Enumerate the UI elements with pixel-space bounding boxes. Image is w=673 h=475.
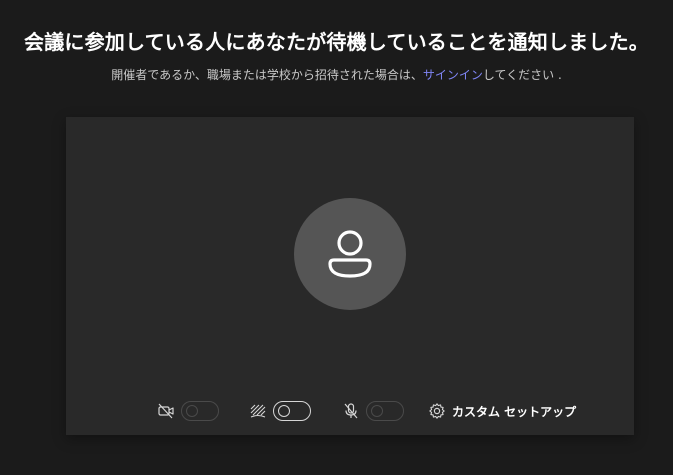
toggle-knob — [186, 405, 198, 417]
signin-link[interactable]: サインイン — [423, 68, 483, 82]
video-preview: カスタム セットアップ — [66, 117, 634, 435]
toggle-knob — [371, 405, 383, 417]
background-blur-icon — [249, 402, 267, 420]
toggle-knob — [278, 405, 290, 417]
prejoin-screen: 会議に参加している人にあなたが待機していることを通知しました。 開催者であるか、… — [0, 0, 673, 475]
device-controls: カスタム セットアップ — [66, 399, 634, 423]
custom-setup-button[interactable]: カスタム セットアップ — [428, 399, 576, 423]
custom-setup-label: カスタム セットアップ — [452, 404, 577, 419]
signin-hint-suffix: してください . — [482, 68, 562, 82]
camera-off-icon — [157, 402, 175, 420]
microphone-control — [342, 399, 404, 423]
microphone-toggle[interactable] — [366, 401, 404, 421]
signin-hint-prefix: 開催者であるか、職場または学校から招待された場合は、 — [111, 68, 423, 82]
signin-hint: 開催者であるか、職場または学校から招待された場合は、サインインしてください . — [0, 66, 673, 83]
page-title: 会議に参加している人にあなたが待機していることを通知しました。 — [24, 30, 649, 54]
gear-icon — [428, 402, 446, 420]
camera-control — [157, 399, 219, 423]
person-icon — [328, 230, 372, 278]
background-effects-toggle[interactable] — [273, 401, 311, 421]
camera-toggle[interactable] — [181, 401, 219, 421]
avatar — [294, 198, 406, 310]
background-effects-control — [249, 399, 311, 423]
mic-off-icon — [342, 402, 360, 420]
